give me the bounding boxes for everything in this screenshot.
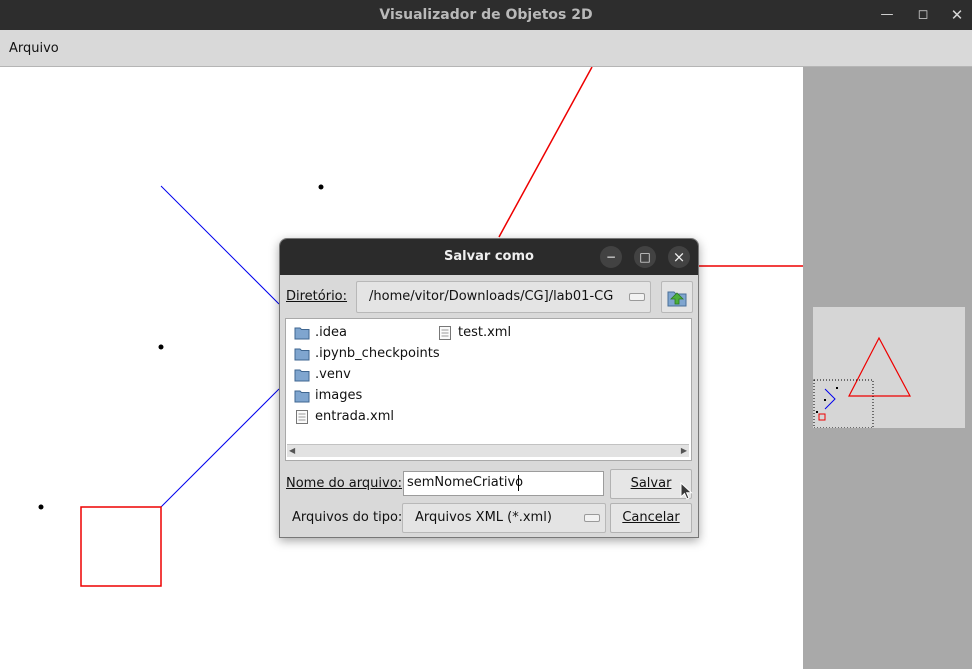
- filetype-combobox[interactable]: Arquivos XML (*.xml): [402, 503, 606, 533]
- file-list[interactable]: .idea .ipynb_checkpoints .venv images en…: [285, 318, 692, 461]
- dialog-close-icon[interactable]: ×: [668, 246, 690, 268]
- minimap-blue-lines: [824, 388, 836, 410]
- filename-input[interactable]: semNomeCriativo: [403, 471, 604, 496]
- folder-icon: [294, 327, 310, 340]
- parent-directory-button[interactable]: [661, 281, 693, 313]
- folder-icon: [294, 369, 310, 382]
- folder-up-icon: [667, 291, 687, 307]
- dialog-minimize-icon[interactable]: −: [600, 246, 622, 268]
- window-titlebar: Visualizador de Objetos 2D — ◻ ✕: [0, 0, 972, 30]
- minimap-point: [816, 411, 818, 413]
- dialog-maximize-icon[interactable]: □: [634, 246, 656, 268]
- text-caret: [518, 475, 519, 491]
- scroll-left-icon[interactable]: ◀: [289, 446, 295, 455]
- folder-icon: [294, 348, 310, 361]
- menu-bar: Arquivo: [0, 30, 972, 67]
- minimap-red-triangle: [848, 336, 912, 397]
- blue-line: [160, 185, 280, 305]
- point: [158, 344, 164, 350]
- minimap[interactable]: [813, 307, 965, 429]
- combo-handle-icon: [584, 514, 600, 522]
- cancel-button[interactable]: Cancelar: [610, 503, 692, 533]
- mouse-cursor-icon: [680, 482, 693, 500]
- blue-line: [160, 388, 280, 508]
- minimap-drawing: [813, 336, 912, 429]
- directory-label: Diretório:: [286, 289, 348, 304]
- filetype-label: Arquivos do tipo:: [292, 510, 403, 525]
- save-dialog: Salvar como − □ × Diretório: /home/vitor…: [279, 238, 699, 538]
- red-line: [498, 67, 593, 238]
- point: [318, 184, 324, 190]
- horizontal-scrollbar[interactable]: ◀ ▶: [287, 444, 689, 457]
- document-icon: [439, 326, 451, 340]
- scroll-right-icon[interactable]: ▶: [681, 446, 687, 455]
- close-icon[interactable]: ✕: [942, 0, 972, 30]
- window-title: Visualizador de Objetos 2D: [379, 7, 593, 23]
- filename-value: semNomeCriativo: [407, 475, 524, 490]
- side-panel: [803, 67, 972, 669]
- minimap-viewport[interactable]: [813, 379, 874, 429]
- red-square: [80, 506, 162, 587]
- dialog-titlebar: Salvar como − □ ×: [280, 239, 698, 275]
- directory-value: /home/vitor/Downloads/CG]/lab01-CG: [369, 289, 614, 304]
- folder-icon: [294, 390, 310, 403]
- document-icon: [296, 410, 308, 424]
- maximize-icon[interactable]: ◻: [908, 0, 938, 30]
- minimap-point: [824, 399, 826, 401]
- combo-handle-icon: [629, 293, 645, 301]
- directory-combobox[interactable]: /home/vitor/Downloads/CG]/lab01-CG: [356, 281, 651, 313]
- filename-label: Nome do arquivo:: [286, 476, 403, 491]
- point: [38, 504, 44, 510]
- minimap-point: [836, 387, 838, 389]
- minimap-red-square: [818, 413, 826, 421]
- minimize-icon[interactable]: —: [872, 0, 902, 30]
- filetype-value: Arquivos XML (*.xml): [415, 510, 552, 525]
- menu-arquivo[interactable]: Arquivo: [9, 30, 59, 68]
